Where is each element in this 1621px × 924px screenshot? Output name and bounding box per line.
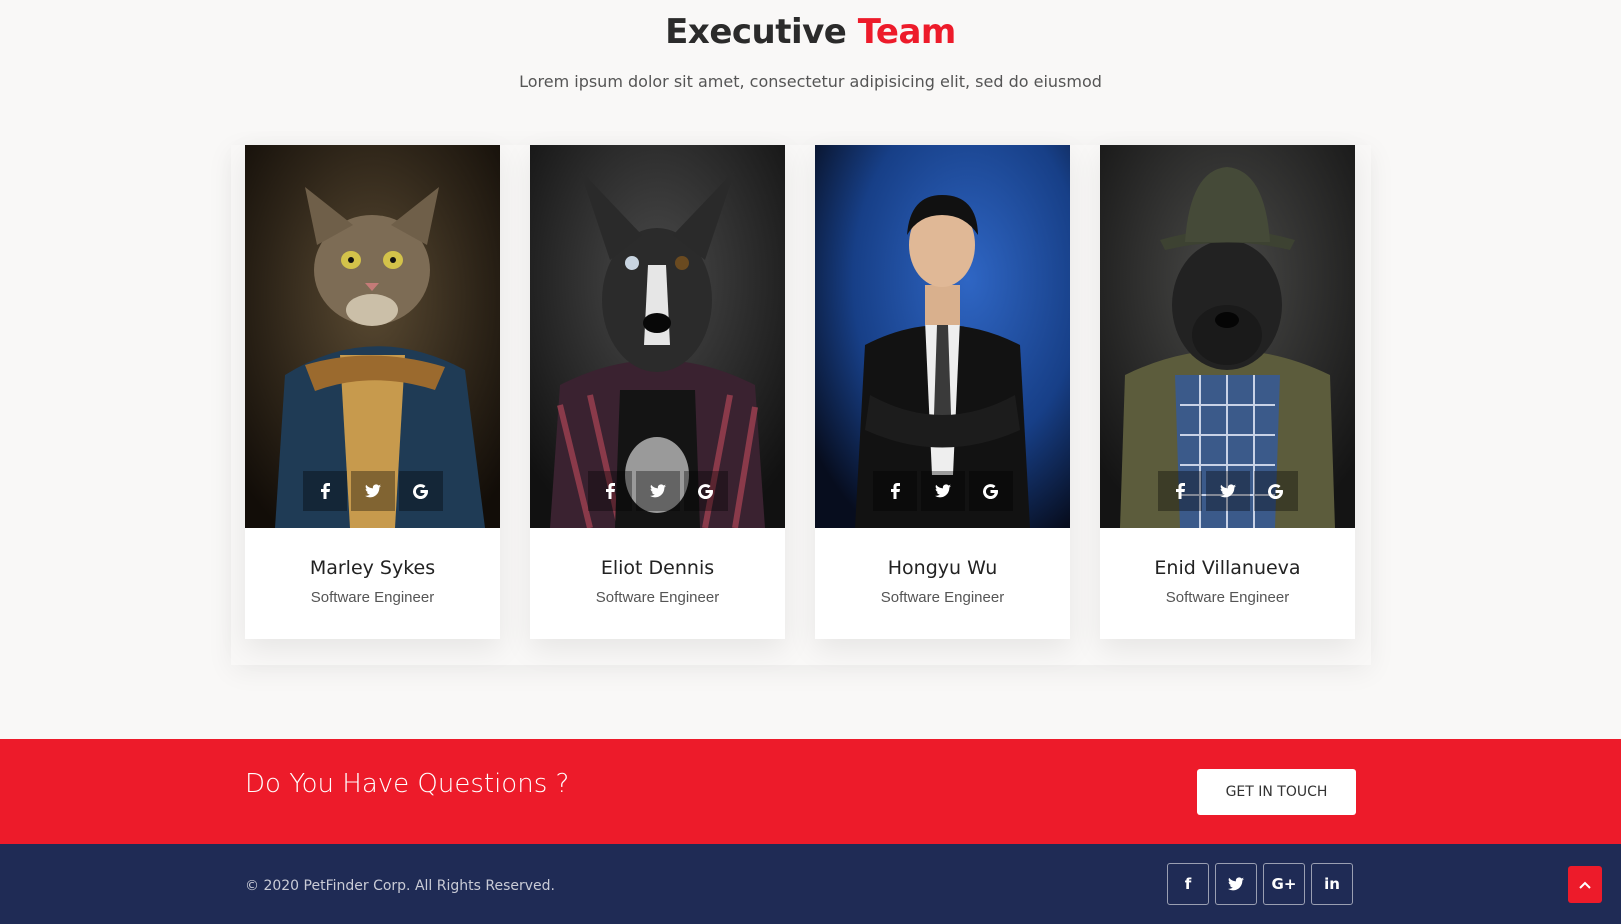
copyright-text: © 2020 PetFinder Corp. All Rights Reserv… (245, 878, 555, 894)
twitter-icon (1228, 877, 1244, 891)
section-title: Executive Team (0, 12, 1621, 52)
cta-banner: Do You Have Questions ? GET IN TOUCH (0, 739, 1621, 844)
facebook-icon[interactable] (872, 471, 917, 511)
card-social-bar (815, 471, 1070, 511)
twitter-icon[interactable] (635, 471, 680, 511)
team-member-name: Eliot Dennis (600, 557, 715, 579)
google-icon[interactable] (1253, 471, 1298, 511)
team-member-role: Software Engineer (595, 589, 720, 606)
team-card: Eliot Dennis Software Engineer (530, 145, 785, 639)
google-icon[interactable] (683, 471, 728, 511)
footer-facebook-link[interactable]: f (1167, 863, 1209, 905)
footer-google-plus-link[interactable]: G+ (1263, 863, 1305, 905)
team-member-name: Marley Sykes (309, 557, 436, 579)
google-icon[interactable] (968, 471, 1013, 511)
cta-heading: Do You Have Questions ? (245, 769, 570, 799)
team-member-name: Hongyu Wu (887, 557, 998, 579)
facebook-icon[interactable] (1157, 471, 1202, 511)
footer-google-plus-label: G+ (1271, 875, 1297, 893)
team-member-role: Software Engineer (880, 589, 1005, 606)
chevron-up-icon (1579, 881, 1591, 889)
card-social-bar (245, 471, 500, 511)
twitter-icon[interactable] (920, 471, 965, 511)
section-title-main: Executive (665, 12, 847, 52)
twitter-icon[interactable] (1205, 471, 1250, 511)
section-title-accent: Team (857, 12, 957, 52)
team-card: Enid Villanueva Software Engineer (1100, 145, 1355, 639)
twitter-icon[interactable] (350, 471, 395, 511)
back-to-top-button[interactable] (1568, 866, 1602, 903)
get-in-touch-button[interactable]: GET IN TOUCH (1197, 769, 1356, 815)
google-icon[interactable] (398, 471, 443, 511)
team-member-name: Enid Villanueva (1154, 557, 1301, 579)
footer: © 2020 PetFinder Corp. All Rights Reserv… (0, 844, 1621, 924)
card-social-bar (1100, 471, 1355, 511)
team-member-role: Software Engineer (310, 589, 435, 606)
team-member-role: Software Engineer (1165, 589, 1290, 606)
footer-facebook-label: f (1184, 875, 1192, 893)
card-social-bar (530, 471, 785, 511)
team-card: Hongyu Wu Software Engineer (815, 145, 1070, 639)
footer-twitter-link[interactable] (1215, 863, 1257, 905)
footer-linkedin-link[interactable]: in (1311, 863, 1353, 905)
team-card: Marley Sykes Software Engineer (245, 145, 500, 639)
footer-linkedin-label: in (1324, 875, 1340, 893)
section-subtitle: Lorem ipsum dolor sit amet, consectetur … (519, 72, 1102, 91)
facebook-icon[interactable] (587, 471, 632, 511)
facebook-icon[interactable] (302, 471, 347, 511)
